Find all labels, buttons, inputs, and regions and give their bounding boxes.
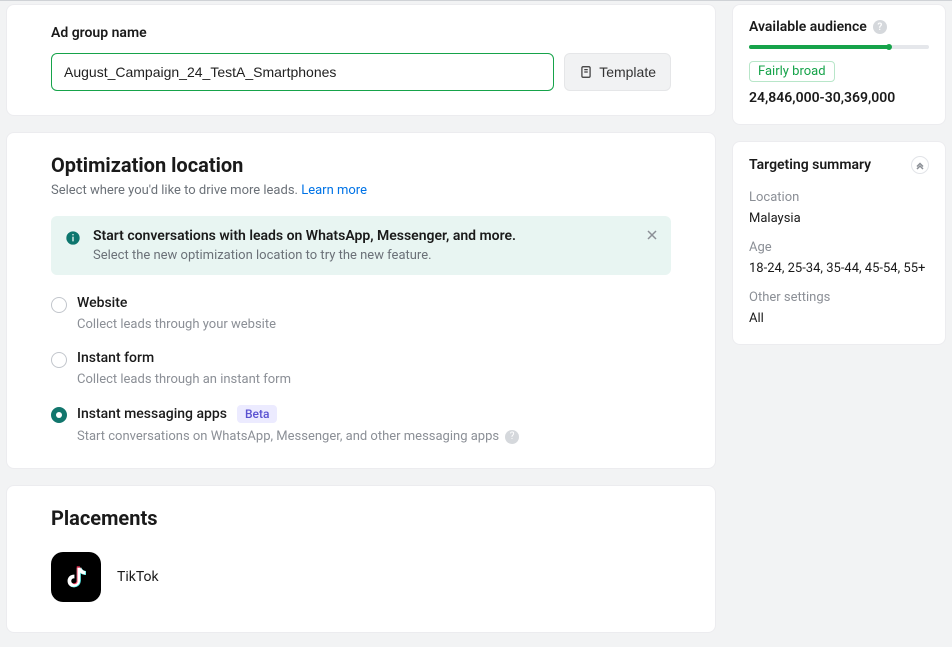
close-icon xyxy=(647,230,657,240)
radio-icon xyxy=(51,352,67,368)
optimization-card: Optimization location Select where you'd… xyxy=(6,132,716,469)
location-value: Malaysia xyxy=(749,211,929,226)
placements-title: Placements xyxy=(51,506,671,530)
other-settings-value: All xyxy=(749,311,929,326)
help-icon[interactable]: ? xyxy=(505,430,519,444)
beta-badge: Beta xyxy=(237,405,277,423)
tiktok-icon xyxy=(51,552,101,602)
targeting-summary-title: Targeting summary xyxy=(749,157,871,173)
help-icon[interactable]: ? xyxy=(873,20,887,34)
audience-tag: Fairly broad xyxy=(749,61,835,82)
available-audience-card: Available audience ? Fairly broad 24,846… xyxy=(732,4,946,125)
info-icon xyxy=(65,230,81,246)
template-icon xyxy=(579,65,593,79)
template-button[interactable]: Template xyxy=(564,53,671,91)
placement-label: TikTok xyxy=(117,569,159,585)
placement-item-tiktok[interactable]: TikTok xyxy=(51,552,671,602)
option-website[interactable]: Website Collect leads through your websi… xyxy=(51,295,671,332)
option-instant-form[interactable]: Instant form Collect leads through an in… xyxy=(51,350,671,387)
age-value: 18-24, 25-34, 35-44, 45-54, 55+ xyxy=(749,261,929,276)
audience-range: 24,846,000-30,369,000 xyxy=(749,90,929,106)
placements-card: Placements TikTok xyxy=(6,485,716,633)
available-audience-title: Available audience xyxy=(749,19,867,35)
radio-icon xyxy=(51,407,67,423)
banner-title: Start conversations with leads on WhatsA… xyxy=(93,228,516,244)
banner-close-button[interactable] xyxy=(643,226,661,244)
ad-group-card: Ad group name Template xyxy=(6,4,716,116)
age-label: Age xyxy=(749,240,929,255)
optimization-options: Website Collect leads through your websi… xyxy=(51,295,671,444)
targeting-summary-card: Targeting summary Location Malaysia Age … xyxy=(732,141,946,345)
ad-group-name-label: Ad group name xyxy=(51,25,671,41)
ad-group-name-input[interactable] xyxy=(51,53,554,91)
chevron-up-icon xyxy=(915,160,925,170)
optimization-subtitle: Select where you'd like to drive more le… xyxy=(51,183,671,198)
other-settings-label: Other settings xyxy=(749,290,929,305)
optimization-title: Optimization location xyxy=(51,153,671,177)
collapse-button[interactable] xyxy=(911,156,929,174)
option-instant-messaging[interactable]: Instant messaging apps Beta Start conver… xyxy=(51,405,671,444)
banner-body: Select the new optimization location to … xyxy=(93,248,516,263)
audience-meter xyxy=(749,45,929,49)
location-label: Location xyxy=(749,190,929,205)
info-banner: Start conversations with leads on WhatsA… xyxy=(51,216,671,275)
learn-more-link[interactable]: Learn more xyxy=(301,183,367,198)
template-button-label: Template xyxy=(599,64,656,80)
radio-icon xyxy=(51,297,67,313)
